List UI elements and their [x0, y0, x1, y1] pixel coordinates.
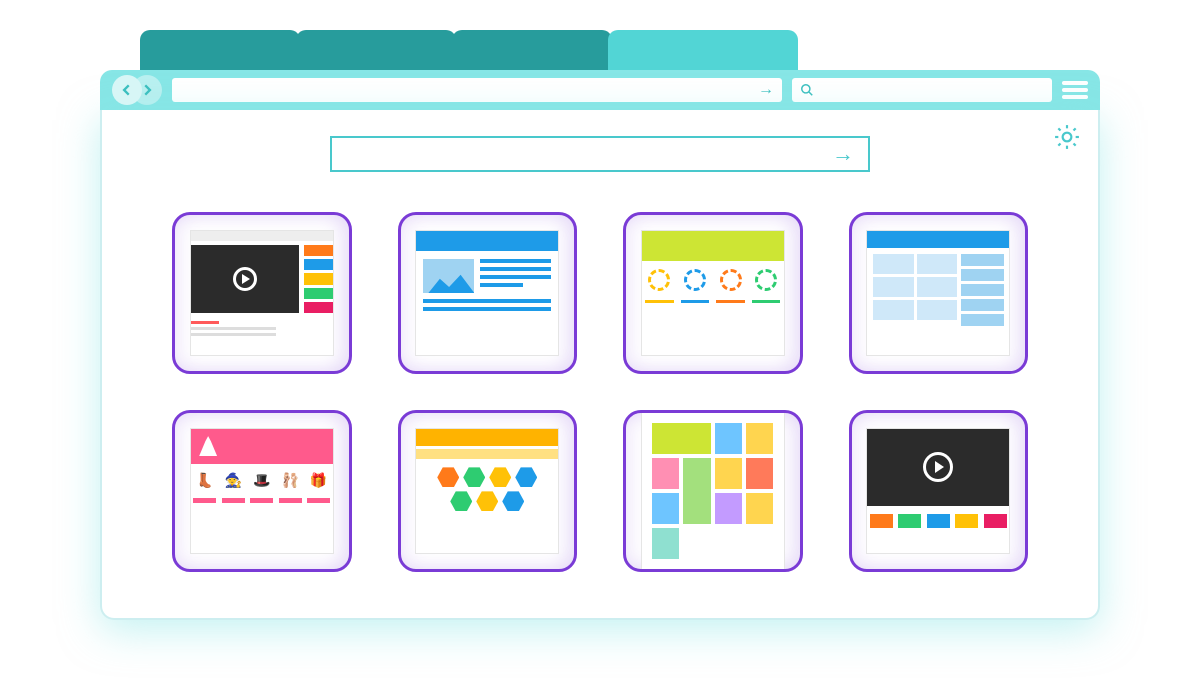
- hexagon-icon: [489, 467, 511, 487]
- video-preview: [867, 429, 1009, 506]
- page-content: →: [100, 110, 1100, 620]
- tile-badges[interactable]: [623, 212, 803, 374]
- tile-blog[interactable]: [398, 212, 578, 374]
- browser-tab-1[interactable]: [140, 30, 300, 70]
- product-icon: 🩰: [281, 472, 298, 489]
- badge-icon: [755, 269, 777, 291]
- hexagon-icon: [476, 491, 498, 511]
- browser-toolbar: →: [100, 70, 1100, 110]
- hexagon-icon: [463, 467, 485, 487]
- address-bar[interactable]: →: [172, 78, 782, 102]
- speed-dial-grid: 👢 🧙 🎩 🩰 🎁: [102, 212, 1098, 572]
- chevron-left-icon: [120, 83, 134, 97]
- thumb-video-site: [191, 231, 333, 356]
- toolbar-search-box[interactable]: [792, 78, 1052, 102]
- hexagon-icon: [450, 491, 472, 511]
- tile-video-player[interactable]: [849, 410, 1029, 572]
- badge-icon: [720, 269, 742, 291]
- tile-hex-badges[interactable]: [398, 410, 578, 572]
- thumb-blog: [416, 231, 558, 356]
- dress-icon: [199, 436, 217, 456]
- hamburger-icon: [1062, 81, 1088, 85]
- product-icon: 👢: [196, 472, 213, 489]
- product-icon: 🧙: [225, 472, 242, 489]
- settings-button[interactable]: [1054, 124, 1080, 150]
- nav-buttons: [112, 75, 162, 105]
- image-placeholder-icon: [423, 259, 474, 293]
- search-icon: [800, 83, 814, 97]
- gear-icon: [1054, 124, 1080, 150]
- product-icon: 🎁: [310, 472, 327, 489]
- menu-button[interactable]: [1062, 79, 1088, 101]
- hexagon-icon: [437, 467, 459, 487]
- page-search-go-icon[interactable]: →: [832, 141, 854, 167]
- back-button[interactable]: [112, 75, 142, 105]
- hexagon-icon: [515, 467, 537, 487]
- go-arrow-icon[interactable]: →: [758, 81, 774, 99]
- badge-icon: [684, 269, 706, 291]
- hexagon-icon: [502, 491, 524, 511]
- tab-strip: [100, 30, 1100, 70]
- browser-tab-3[interactable]: [452, 30, 612, 70]
- tile-dashboard[interactable]: [849, 212, 1029, 374]
- browser-tab-2[interactable]: [296, 30, 456, 70]
- thumb-video-player: [867, 429, 1009, 554]
- play-icon: [923, 452, 953, 482]
- browser-window: →: [100, 30, 1100, 620]
- thumb-dashboard: [867, 231, 1009, 356]
- product-icon: 🎩: [253, 472, 270, 489]
- tile-ecommerce[interactable]: 👢 🧙 🎩 🩰 🎁: [172, 410, 352, 572]
- badge-icon: [648, 269, 670, 291]
- page-search-box[interactable]: →: [330, 136, 870, 172]
- play-icon: [233, 267, 257, 291]
- video-player-preview: [191, 245, 299, 314]
- thumb-hex-badges: [416, 429, 558, 554]
- tile-gallery[interactable]: [623, 410, 803, 572]
- thumb-ecommerce: 👢 🧙 🎩 🩰 🎁: [191, 429, 333, 554]
- thumb-gallery: [642, 413, 784, 569]
- browser-tab-4-active[interactable]: [608, 30, 798, 70]
- chevron-right-icon: [140, 83, 154, 97]
- thumb-badges: [642, 231, 784, 356]
- tile-video-site[interactable]: [172, 212, 352, 374]
